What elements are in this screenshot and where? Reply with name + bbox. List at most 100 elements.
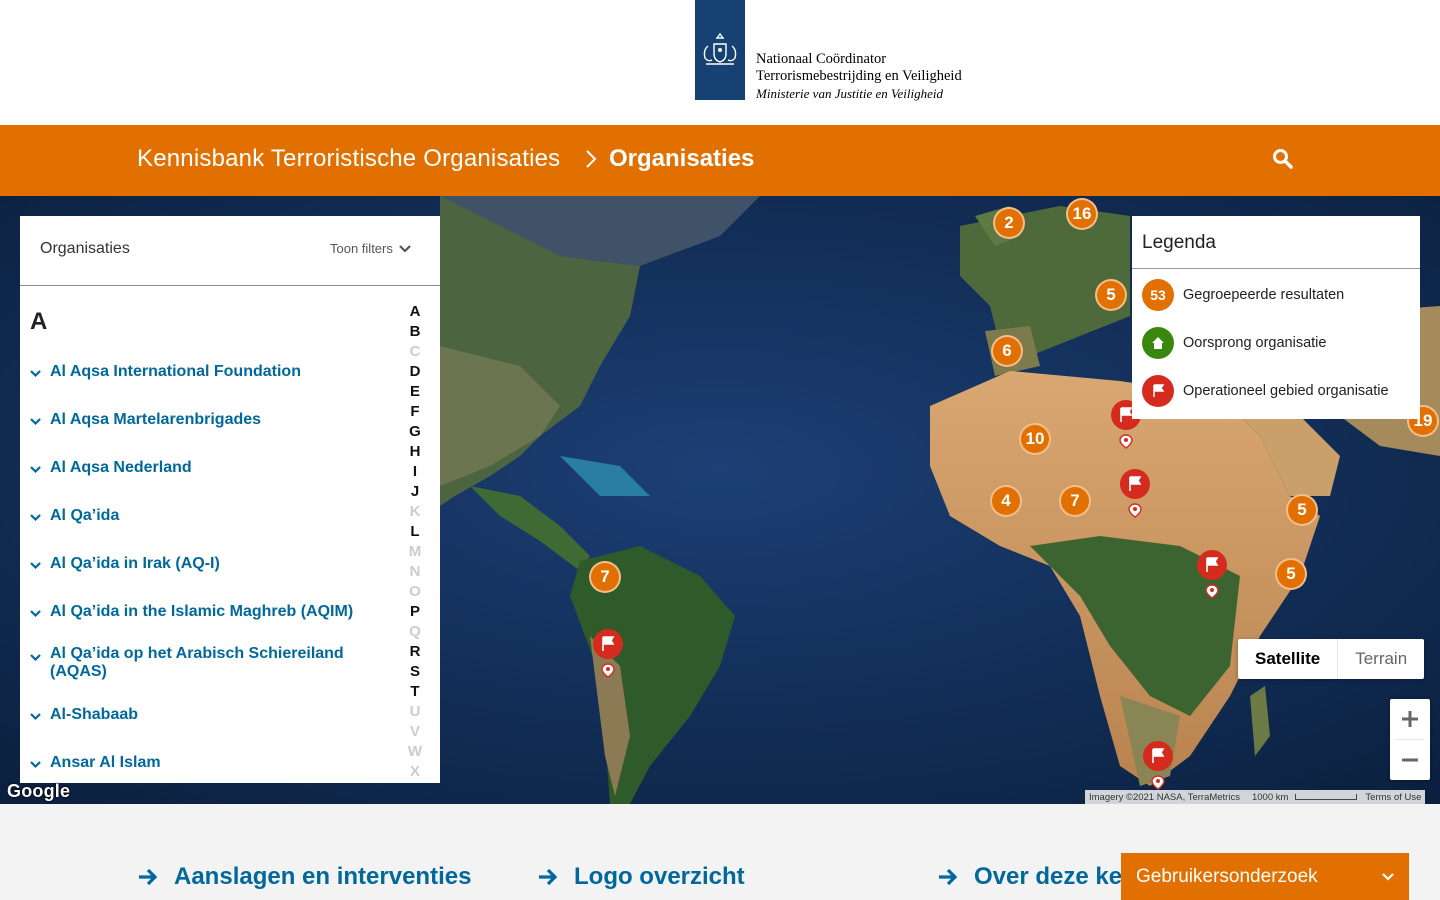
chevron-down-icon: [1382, 872, 1394, 881]
chevron-down-icon: [30, 514, 41, 522]
alphabet-letter-e[interactable]: E: [406, 382, 424, 402]
logo-line-1: Nationaal Coördinator: [756, 51, 887, 67]
rijksoverheid-logo[interactable]: [695, 0, 745, 100]
footer-link-logos[interactable]: Logo overzicht: [537, 862, 745, 892]
list-item[interactable]: Al Qa’ida in the Islamic Maghreb (AQIM): [30, 603, 380, 623]
zoom-in-button[interactable]: [1390, 699, 1430, 739]
flag-marker[interactable]: [1142, 740, 1174, 790]
chevron-down-icon: [30, 562, 41, 570]
map-attribution: Imagery ©2021 NASA, TerraMetrics 1000 km…: [1085, 790, 1426, 804]
chevron-down-icon: [30, 761, 41, 769]
minus-icon: [1402, 758, 1418, 762]
cluster-marker[interactable]: 10: [1019, 423, 1051, 455]
google-logo[interactable]: Google: [7, 781, 70, 802]
zoom-out-button[interactable]: [1390, 740, 1430, 780]
alphabet-letter-f[interactable]: F: [406, 402, 424, 422]
search-icon: [1273, 149, 1293, 169]
organisations-panel: Organisaties Toon filters A Al Aqsa Inte…: [20, 216, 440, 783]
organisation-name: Al Aqsa International Foundation: [50, 363, 301, 380]
letter-heading: A: [30, 308, 48, 335]
alphabet-letter-u: U: [409, 703, 421, 720]
cluster-marker[interactable]: 5: [1275, 558, 1307, 590]
legend-row-origin: Oorsprong organisatie: [1142, 327, 1326, 359]
panel-title: Organisaties: [40, 240, 130, 257]
alphabet-index: ABCDEFGHIJKLMNOPQRSTUVWX: [406, 302, 424, 782]
logo-text: Nationaal Coördinator Terrorismebestrijd…: [756, 51, 962, 102]
organisation-name: Al Qa’ida in the Islamic Maghreb (AQIM): [50, 603, 354, 620]
breadcrumb-root-link[interactable]: Kennisbank Terroristische Organisaties: [137, 144, 560, 174]
scale-label[interactable]: 1000 km: [1244, 792, 1361, 803]
list-item[interactable]: Al-Shabaab: [30, 706, 380, 726]
legend-row-grouped: 53 Gegroepeerde resultaten: [1142, 279, 1344, 311]
alphabet-letter-j[interactable]: J: [406, 482, 424, 502]
organisation-name: Al-Shabaab: [50, 706, 139, 723]
map-type-satellite-button[interactable]: Satellite: [1238, 639, 1337, 679]
chevron-down-icon: [30, 466, 41, 474]
organisation-name: Al Aqsa Nederland: [50, 459, 192, 476]
organisation-name: Ansar Al Islam: [50, 754, 161, 771]
flag-icon: [1142, 375, 1174, 407]
alphabet-letter-t[interactable]: T: [406, 682, 424, 702]
toggle-filters-button[interactable]: Toon filters: [330, 241, 411, 256]
organisation-name: Al Qa’ida in Irak (AQ-I): [50, 555, 220, 572]
imagery-credit: Imagery ©2021 NASA, TerraMetrics: [1089, 791, 1240, 803]
zoom-control: [1390, 699, 1430, 780]
chevron-down-icon: [399, 244, 411, 253]
cluster-marker[interactable]: 7: [1059, 485, 1091, 517]
alphabet-letter-p[interactable]: P: [406, 602, 424, 622]
arrow-right-icon: [539, 868, 558, 886]
flag-marker[interactable]: [592, 628, 624, 678]
cluster-marker[interactable]: 5: [1095, 279, 1127, 311]
footer-link-label: Over deze ke: [974, 863, 1123, 890]
logo-line-3: Ministerie van Justitie en Veiligheid: [756, 86, 944, 101]
alphabet-letter-i[interactable]: I: [406, 462, 424, 482]
list-item[interactable]: Al Qa’ida op het Arabisch Schiereiland (…: [30, 645, 350, 681]
logo-line-2: Terrorismebestrijding en Veiligheid: [756, 68, 962, 84]
chevron-down-icon: [30, 370, 41, 378]
survey-toggle-button[interactable]: Gebruikersonderzoek: [1121, 853, 1409, 900]
footer-link-about[interactable]: Over deze ke: [937, 862, 1122, 892]
alphabet-letter-s[interactable]: S: [406, 662, 424, 682]
search-button[interactable]: [1268, 144, 1298, 174]
flag-marker[interactable]: [1119, 468, 1151, 518]
cluster-marker[interactable]: 4: [990, 485, 1022, 517]
alphabet-letter-d[interactable]: D: [406, 362, 424, 382]
cluster-marker[interactable]: 16: [1066, 198, 1098, 230]
legend-title: Legenda: [1142, 232, 1216, 253]
list-item[interactable]: Al Qa’ida: [30, 507, 380, 527]
list-item[interactable]: Al Aqsa Nederland: [30, 459, 380, 479]
alphabet-letter-r[interactable]: R: [406, 642, 424, 662]
home-icon: [1142, 327, 1174, 359]
survey-label: Gebruikersonderzoek: [1136, 865, 1318, 887]
cluster-marker[interactable]: 7: [589, 561, 621, 593]
alphabet-letter-n: N: [409, 563, 421, 580]
cluster-marker[interactable]: 5: [1286, 494, 1318, 526]
alphabet-letter-b[interactable]: B: [406, 322, 424, 342]
terms-link[interactable]: Terms of Use: [1361, 792, 1425, 803]
list-item[interactable]: Ansar Al Islam: [30, 754, 380, 774]
organisation-name: Al Qa’ida: [50, 507, 120, 524]
list-item[interactable]: Al Aqsa Martelarenbrigades: [30, 411, 380, 431]
footer-link-attacks[interactable]: Aanslagen en interventies: [137, 862, 471, 892]
list-item[interactable]: Al Aqsa International Foundation: [30, 363, 380, 383]
legend-row-operational: Operationeel gebied organisatie: [1142, 375, 1389, 407]
list-item[interactable]: Al Qa’ida in Irak (AQ-I): [30, 555, 380, 575]
alphabet-letter-l[interactable]: L: [406, 522, 424, 542]
arrow-right-icon: [939, 868, 958, 886]
coat-of-arms-icon: [703, 32, 737, 65]
breadcrumb-current: Organisaties: [609, 145, 755, 172]
scale-bar: [1295, 793, 1358, 800]
alphabet-letter-h[interactable]: H: [406, 442, 424, 462]
cluster-marker[interactable]: 2: [993, 207, 1025, 239]
site-header: Nationaal Coördinator Terrorismebestrijd…: [0, 0, 1440, 125]
alphabet-letter-g[interactable]: G: [406, 422, 424, 442]
cluster-marker[interactable]: 6: [991, 335, 1023, 367]
flag-marker[interactable]: [1196, 549, 1228, 599]
toggle-filters-label: Toon filters: [330, 241, 393, 256]
footer-link-label: Aanslagen en interventies: [174, 863, 472, 890]
legend-label: Operationeel gebied organisatie: [1183, 383, 1389, 399]
map-type-terrain-button[interactable]: Terrain: [1337, 639, 1424, 679]
alphabet-letter-k: K: [409, 503, 421, 520]
alphabet-letter-a[interactable]: A: [406, 302, 424, 322]
breadcrumb-chevron-icon: [586, 150, 597, 168]
